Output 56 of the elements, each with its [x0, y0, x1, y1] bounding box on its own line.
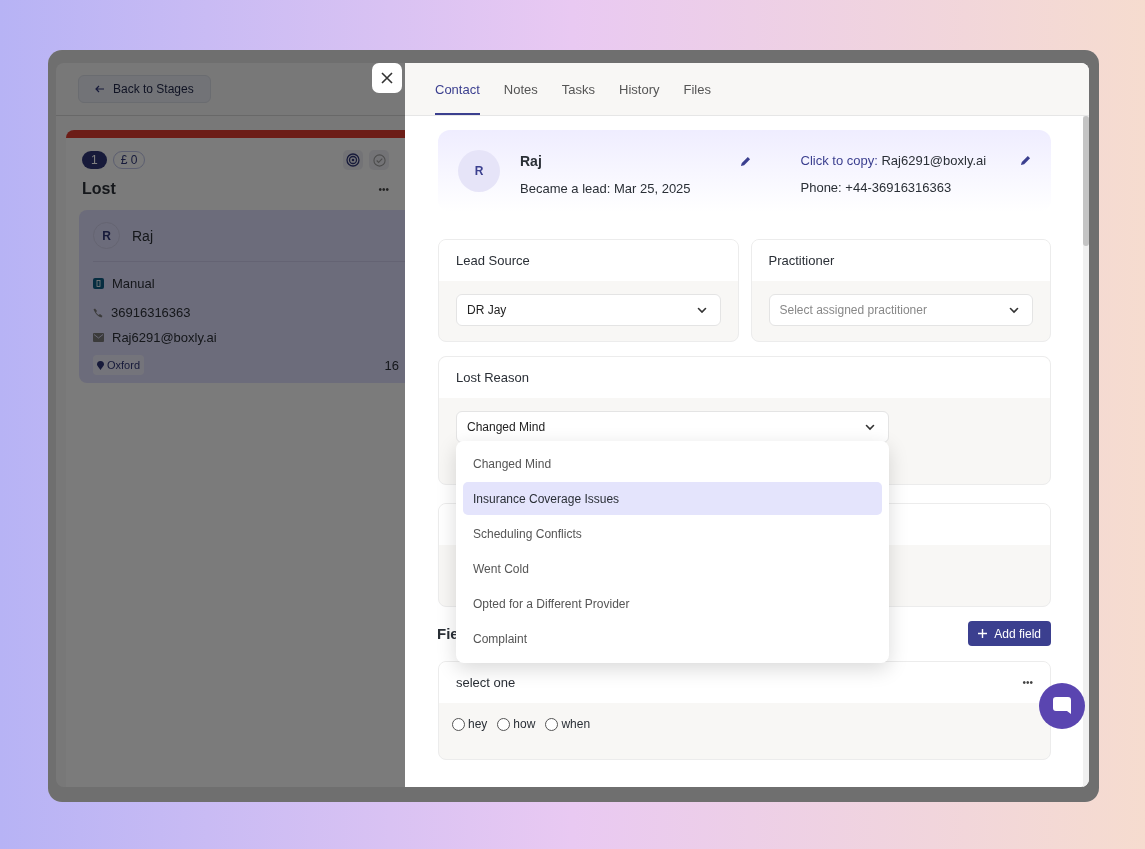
card-title: Lost Reason	[439, 357, 1050, 398]
close-icon	[381, 72, 393, 84]
avatar: R	[458, 150, 500, 192]
scrollbar-thumb[interactable]	[1083, 116, 1089, 246]
lead-card[interactable]: R Raj Manual 36916316363 Raj6291@boxly.ai Oxford 16	[79, 210, 405, 383]
target-icon[interactable]	[343, 150, 363, 170]
check-circle-icon[interactable]	[369, 150, 389, 170]
dropdown-option[interactable]: Changed Mind	[463, 447, 882, 480]
dropdown-option[interactable]: Insurance Coverage Issues	[463, 482, 882, 515]
count-badge: 1	[82, 151, 107, 169]
age-text: 16	[384, 357, 399, 373]
location-pin-icon	[97, 360, 104, 370]
mail-icon	[93, 333, 104, 342]
back-button[interactable]: Back to Stages	[78, 75, 211, 103]
radio-label: how	[513, 717, 536, 731]
field-label: select one	[456, 675, 516, 690]
tab[interactable]: History	[619, 63, 660, 115]
email-text: Raj6291@boxly.ai	[112, 330, 217, 345]
lead-source-select[interactable]: DR Jay	[456, 294, 721, 326]
radio-button[interactable]	[497, 717, 511, 731]
add-field-button[interactable]: Add field	[968, 621, 1051, 646]
dropdown-option[interactable]: Complaint	[463, 622, 882, 655]
phone-text: Phone: +44-36916316363	[800, 180, 953, 195]
pencil-icon[interactable]	[1020, 155, 1031, 166]
arrow-left-icon	[95, 85, 105, 93]
lead-name: Raj	[132, 227, 153, 244]
location-tag: Oxford	[93, 355, 144, 375]
contact-name: Raj	[520, 153, 542, 169]
dropdown-option[interactable]: Scheduling Conflicts	[463, 517, 882, 550]
lost-reason-select[interactable]: Changed Mind	[456, 411, 889, 443]
email-copy-text[interactable]: Click to copy: Raj6291@boxly.ai	[800, 153, 987, 168]
phone-icon	[93, 307, 103, 318]
dropdown-option[interactable]: Opted for a Different Provider	[463, 587, 882, 620]
close-button[interactable]	[372, 63, 402, 93]
tab[interactable]: Notes	[503, 63, 538, 115]
practitioner-select[interactable]: Select assigned practitioner	[768, 294, 1033, 326]
radio-button[interactable]	[545, 717, 559, 731]
lead-date-text: Became a lead: Mar 25, 2025	[520, 181, 692, 196]
source-text: Manual	[112, 276, 155, 291]
pencil-icon[interactable]	[739, 155, 751, 167]
more-menu[interactable]: •••	[1022, 677, 1033, 688]
card-title: Lead Source	[439, 240, 738, 281]
radio-button[interactable]	[452, 717, 465, 731]
radio-label: hey	[468, 717, 488, 731]
chat-bubble-icon	[1052, 696, 1072, 716]
card-title: Practitioner	[751, 240, 1050, 281]
tab[interactable]: Contact	[435, 63, 480, 115]
plus-icon	[978, 629, 988, 638]
more-menu[interactable]: •••	[378, 183, 389, 195]
phone-text: 36916316363	[111, 305, 191, 320]
stage-title: Lost	[82, 180, 116, 198]
dropdown-option[interactable]: Went Cold	[463, 552, 882, 585]
tab[interactable]: Files	[683, 63, 711, 115]
notebook-icon	[93, 278, 104, 289]
radio-label: when	[561, 717, 591, 731]
tab[interactable]: Tasks	[561, 63, 595, 115]
